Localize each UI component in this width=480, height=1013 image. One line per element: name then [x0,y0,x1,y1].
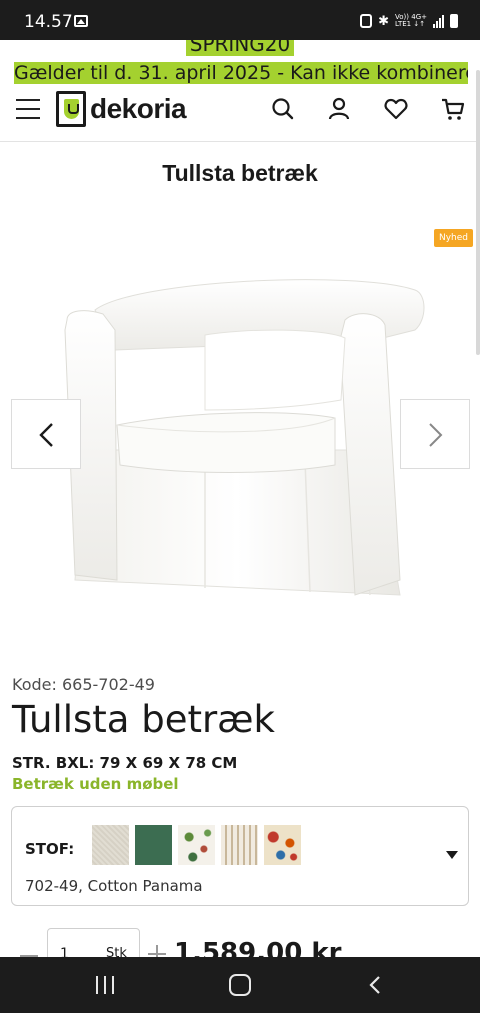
fabric-label: STOF: [25,840,75,858]
cart-icon[interactable] [440,96,466,122]
product-title: Tullsta betræk [12,698,275,741]
swatch-leaf[interactable] [178,825,215,865]
recent-apps-icon[interactable] [96,976,116,994]
promo-text: Gælder til d. 31. april 2025 - Kan ikke … [14,62,468,84]
alarm-icon [360,14,373,28]
bluetooth-icon: ✱ [378,13,390,28]
fabric-selector[interactable]: STOF: 702-49, Cotton Panama [11,806,469,906]
page-scrollbar[interactable] [476,70,480,355]
network-indicator: Vo)) 4G+ LTE1 ↓↑ [395,14,427,28]
logo-text: dekoria [90,93,187,124]
heart-icon[interactable] [383,96,409,122]
logo-mark-icon [56,91,86,127]
network-bottom: LTE1 ↓↑ [395,20,426,28]
product-size: STR. BXL: 79 X 69 X 78 CM [12,754,238,772]
new-badge: Nyhed [434,229,474,247]
swatch-floral[interactable] [264,825,301,865]
swatch-stripe[interactable] [221,825,258,865]
carousel-next-button[interactable] [400,399,470,469]
product-subtitle: Betræk uden møbel [12,775,179,793]
home-icon[interactable] [229,974,251,996]
battery-icon [450,14,458,28]
user-icon[interactable] [326,96,352,122]
status-bar: 14.57 ✱ Vo)) 4G+ LTE1 ↓↑ [0,0,480,40]
menu-icon[interactable] [16,99,40,119]
fabric-swatches [92,825,301,865]
fabric-selected-value: 702-49, Cotton Panama [25,877,203,895]
back-icon[interactable] [368,975,382,995]
product-image [64,279,425,596]
swatch-linen[interactable] [92,825,129,865]
logo[interactable]: dekoria [56,91,187,127]
signal-icon [433,14,444,28]
promo-code-text: SPRING20 [185,40,295,56]
status-time: 14.57 [24,12,73,32]
promo-code: SPRING20 [0,40,480,56]
gallery-icon [74,15,88,27]
product-heading: Tullsta betræk [162,160,318,186]
chevron-right-icon [429,423,443,447]
carousel-prev-button[interactable] [11,399,81,469]
site-header: dekoria [0,84,480,142]
product-code: Kode: 665-702-49 [12,675,155,694]
chevron-left-icon [39,423,53,447]
dropdown-arrow-icon[interactable] [446,851,458,859]
search-icon[interactable] [270,96,296,122]
status-icons: ✱ Vo)) 4G+ LTE1 ↓↑ [360,13,458,29]
system-nav-bar [0,957,480,1013]
promo-banner: SPRING20 Gælder til d. 31. april 2025 - … [0,40,480,84]
swatch-green[interactable] [135,825,172,865]
